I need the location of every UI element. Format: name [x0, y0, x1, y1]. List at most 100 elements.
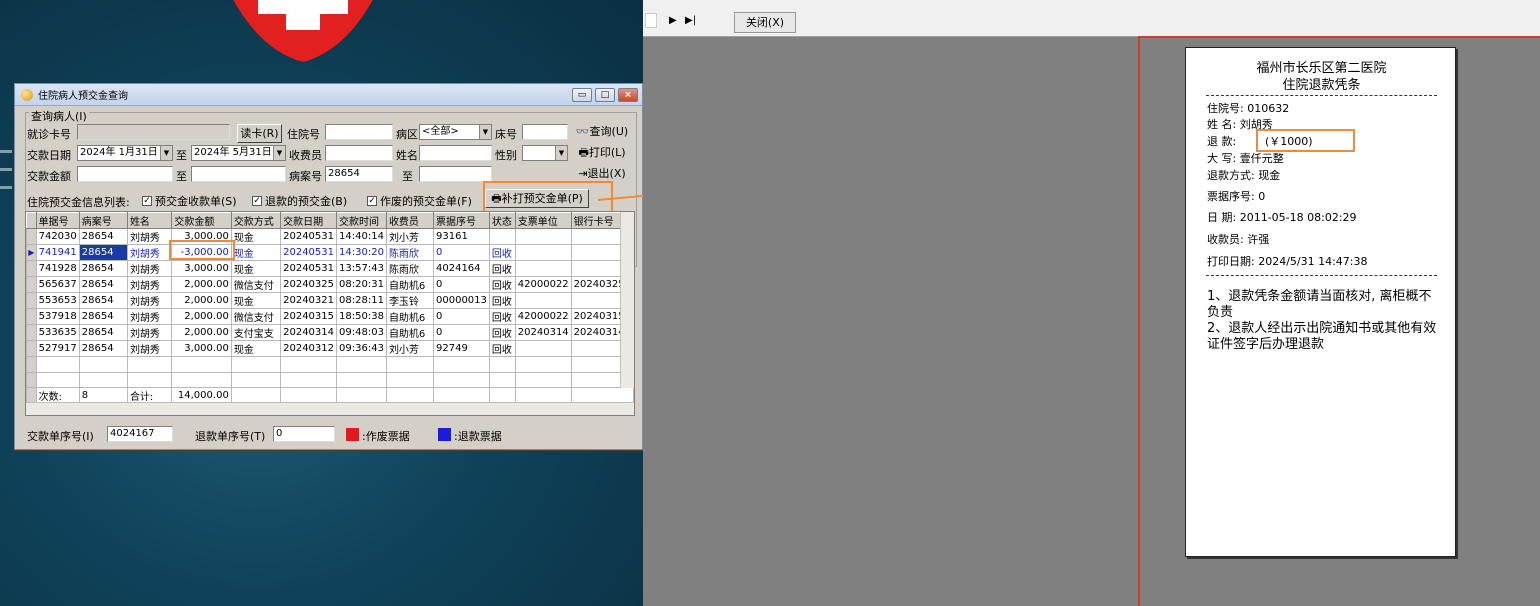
table-cell[interactable]: [514, 340, 572, 357]
table-row[interactable]: 741928 28654 刘胡秀 3,000.00 现金 20240531 13:57:43…: [26, 260, 634, 277]
table-cell[interactable]: 刘胡秀: [126, 292, 173, 309]
pay-date-from[interactable]: 2024年 1月31日 ▼: [77, 145, 173, 161]
minimize-button[interactable]: ▭: [572, 88, 592, 102]
table-cell[interactable]: 553653: [35, 292, 80, 309]
table-cell[interactable]: 刘胡秀: [126, 308, 173, 325]
table-cell[interactable]: 14:40:14: [336, 228, 387, 245]
table-cell[interactable]: 18:50:38: [336, 308, 387, 325]
table-cell[interactable]: 92749: [433, 340, 490, 357]
table-cell[interactable]: 刘胡秀: [126, 276, 173, 293]
maximize-button[interactable]: □: [595, 88, 615, 102]
page-input[interactable]: [645, 13, 657, 28]
table-cell[interactable]: 13:57:43: [336, 260, 387, 277]
table-cell[interactable]: 微信支付: [230, 308, 282, 325]
table-cell[interactable]: [514, 244, 572, 261]
table-cell[interactable]: 28654: [78, 244, 128, 261]
receipt-checkbox[interactable]: ✓ 预交金收款单(S): [142, 193, 237, 209]
table-cell[interactable]: 28654: [78, 260, 128, 277]
table-cell[interactable]: 28654: [78, 340, 128, 357]
table-cell[interactable]: 2,000.00: [171, 276, 232, 293]
payment-grid[interactable]: 单据号 病案号 姓名 交款金额 交款方式 交款日期 交款时间 收费员 票据序号 …: [25, 211, 635, 416]
col-header[interactable]: 收费员: [385, 212, 435, 229]
cashier-input[interactable]: [325, 145, 393, 161]
col-header[interactable]: 病案号: [78, 212, 128, 229]
table-cell[interactable]: 28654: [78, 324, 128, 341]
table-cell[interactable]: 回收: [488, 276, 516, 293]
table-cell[interactable]: 741928: [35, 260, 80, 277]
table-cell[interactable]: 刘小芳: [385, 340, 435, 357]
table-cell[interactable]: 李玉铃: [385, 292, 435, 309]
table-cell[interactable]: 00000013: [433, 292, 490, 309]
table-cell[interactable]: 0: [433, 308, 490, 325]
table-cell[interactable]: 回收: [488, 324, 516, 341]
table-cell[interactable]: 陈雨欣: [385, 244, 435, 261]
gender-select[interactable]: ▼: [522, 145, 568, 161]
table-cell[interactable]: 3,000.00: [171, 340, 232, 357]
table-cell[interactable]: 20240531: [280, 228, 338, 245]
table-row[interactable]: 527917 28654 刘胡秀 3,000.00 现金 20240312 09:36:43…: [26, 340, 634, 357]
table-cell[interactable]: [514, 260, 572, 277]
table-cell[interactable]: 回收: [488, 244, 516, 261]
case-no-to-input[interactable]: [419, 166, 492, 182]
table-cell[interactable]: 陈雨欣: [385, 260, 435, 277]
table-cell[interactable]: 刘胡秀: [126, 324, 173, 341]
table-cell[interactable]: 2,000.00: [171, 324, 232, 341]
table-cell[interactable]: 527917: [35, 340, 80, 357]
pay-seq-input[interactable]: 4024167: [107, 426, 173, 442]
refund-seq-input[interactable]: 0: [273, 426, 335, 442]
col-header[interactable]: 交款方式: [230, 212, 282, 229]
col-header[interactable]: 状态: [488, 212, 516, 229]
amount-to-input[interactable]: [191, 166, 286, 182]
col-header[interactable]: 交款时间: [336, 212, 387, 229]
table-cell[interactable]: 42000022: [514, 308, 572, 325]
table-cell[interactable]: 0: [433, 276, 490, 293]
table-cell[interactable]: 刘胡秀: [126, 340, 173, 357]
amount-from-input[interactable]: [77, 166, 173, 182]
table-cell[interactable]: 自助机6: [385, 308, 435, 325]
table-cell[interactable]: 回收: [488, 340, 516, 357]
table-cell[interactable]: 42000022: [514, 276, 572, 293]
col-header[interactable]: 交款日期: [280, 212, 338, 229]
table-cell[interactable]: 自助机6: [385, 276, 435, 293]
table-cell[interactable]: [488, 228, 516, 245]
col-header[interactable]: 姓名: [126, 212, 173, 229]
table-cell[interactable]: 4024164: [433, 260, 490, 277]
table-cell[interactable]: 0: [433, 244, 490, 261]
void-checkbox[interactable]: ✓ 作废的预交金单(F): [367, 193, 472, 209]
table-cell[interactable]: 08:20:31: [336, 276, 387, 293]
table-cell[interactable]: 28654: [78, 292, 128, 309]
ward-select[interactable]: <全部> ▼: [419, 124, 492, 140]
next-page-icon[interactable]: ▶: [669, 15, 677, 26]
table-cell[interactable]: 28654: [78, 276, 128, 293]
table-cell[interactable]: 现金: [230, 228, 282, 245]
table-cell[interactable]: 自助机6: [385, 324, 435, 341]
col-header[interactable]: 支票单位: [514, 212, 572, 229]
table-cell[interactable]: 刘胡秀: [126, 244, 173, 261]
table-cell[interactable]: 2,000.00: [171, 292, 232, 309]
table-row[interactable]: 537918 28654 刘胡秀 2,000.00 微信支付 20240315 18:50:…: [26, 308, 634, 325]
col-header[interactable]: 票据序号: [433, 212, 490, 229]
table-cell[interactable]: 回收: [488, 292, 516, 309]
pay-date-to[interactable]: 2024年 5月31日 ▼: [191, 145, 286, 161]
table-cell[interactable]: 565637: [35, 276, 80, 293]
table-cell[interactable]: 支付宝支: [230, 324, 282, 341]
table-cell[interactable]: 20240315: [280, 308, 338, 325]
table-cell[interactable]: 刘小芳: [385, 228, 435, 245]
admission-no-input[interactable]: [325, 124, 393, 140]
table-cell[interactable]: 回收: [488, 260, 516, 277]
table-cell[interactable]: 20240531: [280, 244, 338, 261]
table-row[interactable]: 553653 28654 刘胡秀 2,000.00 现金 20240321 08:28:11…: [26, 292, 634, 309]
table-cell[interactable]: [514, 228, 572, 245]
refund-checkbox[interactable]: ✓ 退款的预交金(B): [252, 193, 347, 209]
table-cell[interactable]: 14:30:20: [336, 244, 387, 261]
table-cell[interactable]: 20240314: [280, 324, 338, 341]
table-cell[interactable]: 20240325: [280, 276, 338, 293]
close-preview-button[interactable]: 关闭(X): [734, 12, 796, 33]
table-cell[interactable]: 现金: [230, 340, 282, 357]
table-row[interactable]: 565637 28654 刘胡秀 2,000.00 微信支付 20240325 08:20:…: [26, 276, 634, 293]
table-cell[interactable]: 28654: [78, 228, 128, 245]
bed-no-input[interactable]: [522, 124, 568, 140]
table-cell[interactable]: 20240321: [280, 292, 338, 309]
table-cell[interactable]: 09:48:03: [336, 324, 387, 341]
table-row[interactable]: 742030 28654 刘胡秀 3,000.00 现金 20240531 14:40:14…: [26, 228, 634, 245]
